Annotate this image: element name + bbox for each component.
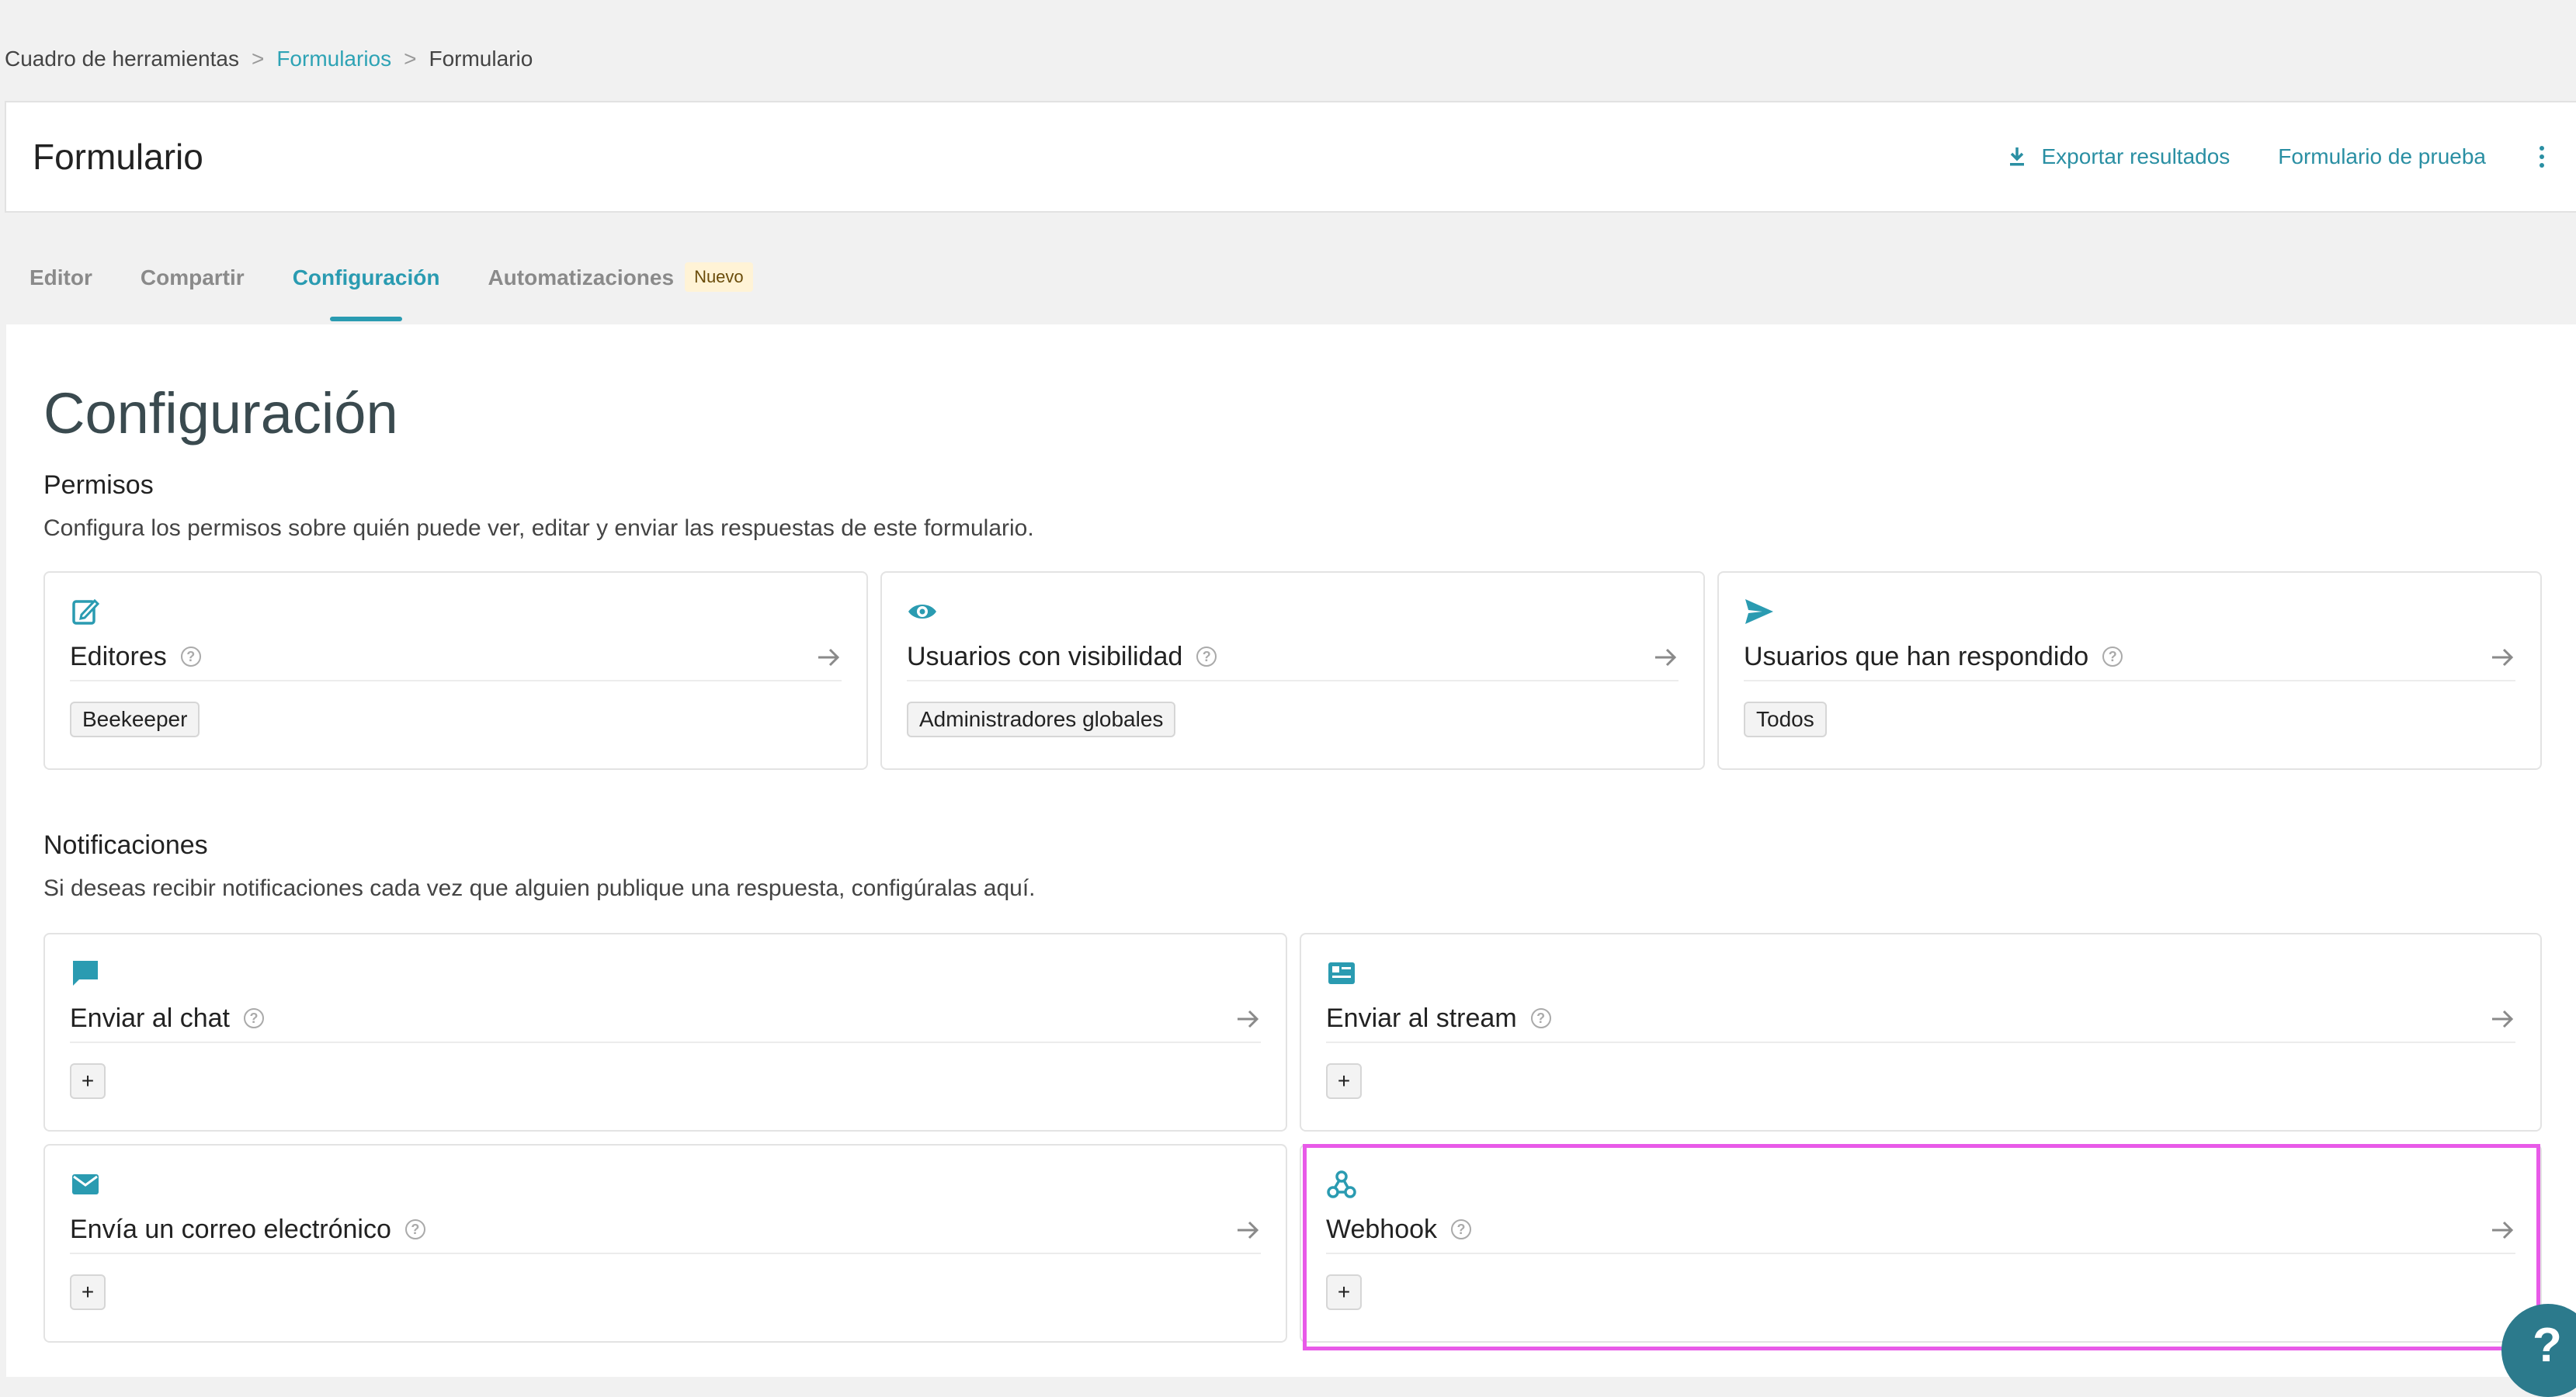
new-badge: Nuevo [685,262,753,292]
help-icon[interactable]: ? [1530,1008,1551,1028]
help-icon[interactable]: ? [404,1219,425,1239]
stream-icon [1328,962,1355,984]
settings-panel: Configuración Permisos Configura los per… [6,324,2576,1377]
breadcrumb: Cuadro de herramientas > Formularios > F… [5,43,533,75]
add-button[interactable]: + [70,1063,106,1099]
send-email-card[interactable]: Envía un correo electrónico ? + [43,1144,1287,1343]
tab-bar: Editor Compartir Configuración Automatiz… [30,256,753,326]
send-icon [1745,599,1773,624]
breadcrumb-root[interactable]: Cuadro de herramientas [5,47,239,71]
notifications-description: Si deseas recibir notificaciones cada ve… [43,875,1036,901]
card-label: Usuarios con visibilidad [907,641,1183,671]
export-results-label: Exportar resultados [2041,144,2231,168]
header-card: Formulario Exportar resultados Formulari… [5,101,2576,213]
help-icon[interactable]: ? [244,1008,264,1028]
respondents-card[interactable]: Usuarios que han respondido ? Todos [1717,571,2542,770]
add-button[interactable]: + [70,1274,106,1310]
value-chip: Todos [1744,702,1827,737]
card-label: Enviar al stream [1326,1003,1517,1033]
tab-editor[interactable]: Editor [30,256,92,326]
tab-settings[interactable]: Configuración [293,256,439,326]
send-to-stream-card[interactable]: Enviar al stream ? + [1300,933,2542,1132]
value-chip: Administradores globales [907,702,1176,737]
card-label: Envía un correo electrónico [70,1214,391,1244]
webhook-icon [1327,1170,1356,1198]
arrow-right-icon [1238,1221,1259,1239]
arrow-right-icon [2492,1221,2514,1239]
test-form-label: Formulario de prueba [2278,144,2486,168]
help-icon[interactable]: ? [1451,1219,1472,1239]
help-icon[interactable]: ? [1196,647,1217,667]
tab-share[interactable]: Compartir [141,256,245,326]
send-to-chat-card[interactable]: Enviar al chat ? + [43,933,1287,1132]
arrow-right-icon [2492,1010,2514,1028]
arrow-right-icon [2492,648,2514,667]
visibility-card[interactable]: Usuarios con visibilidad ? Administrador… [880,571,1705,770]
editors-card[interactable]: Editores ? Beekeeper [43,571,868,770]
card-label: Enviar al chat [70,1003,230,1033]
webhook-card[interactable]: Webhook ? + [1300,1144,2542,1343]
breadcrumb-separator: > [404,47,417,71]
eye-icon [908,605,936,619]
test-form-button[interactable]: Formulario de prueba [2278,144,2486,169]
card-label: Webhook [1326,1214,1438,1244]
header-actions: Exportar resultados Formulario de prueba [2008,102,2550,211]
card-label: Editores [70,641,167,671]
breadcrumb-current: Formulario [429,47,533,71]
help-icon[interactable]: ? [180,647,201,667]
value-chip: Beekeeper [70,702,200,737]
notifications-title: Notificaciones [43,830,208,860]
permissions-title: Permisos [43,470,154,500]
help-icon[interactable]: ? [2102,647,2123,667]
add-button[interactable]: + [1326,1274,1362,1310]
arrow-right-icon [1655,648,1677,667]
mail-icon [72,1174,99,1194]
arrow-right-icon [1238,1010,1259,1028]
edit-icon [72,598,100,625]
breadcrumb-forms-link[interactable]: Formularios [276,47,391,71]
more-options-icon[interactable] [2534,146,2550,168]
page-title: Configuración [43,381,398,445]
card-label: Usuarios que han respondido [1744,641,2089,671]
download-icon [2009,147,2024,166]
arrow-right-icon [818,648,840,667]
page-header-title: Formulario [33,137,203,177]
export-results-button[interactable]: Exportar resultados [2008,144,2231,169]
add-button[interactable]: + [1326,1063,1362,1099]
chat-icon [73,961,98,986]
tab-automations[interactable]: Automatizaciones Nuevo [488,256,753,326]
breadcrumb-separator: > [251,47,265,71]
permissions-description: Configura los permisos sobre quién puede… [43,515,1034,541]
